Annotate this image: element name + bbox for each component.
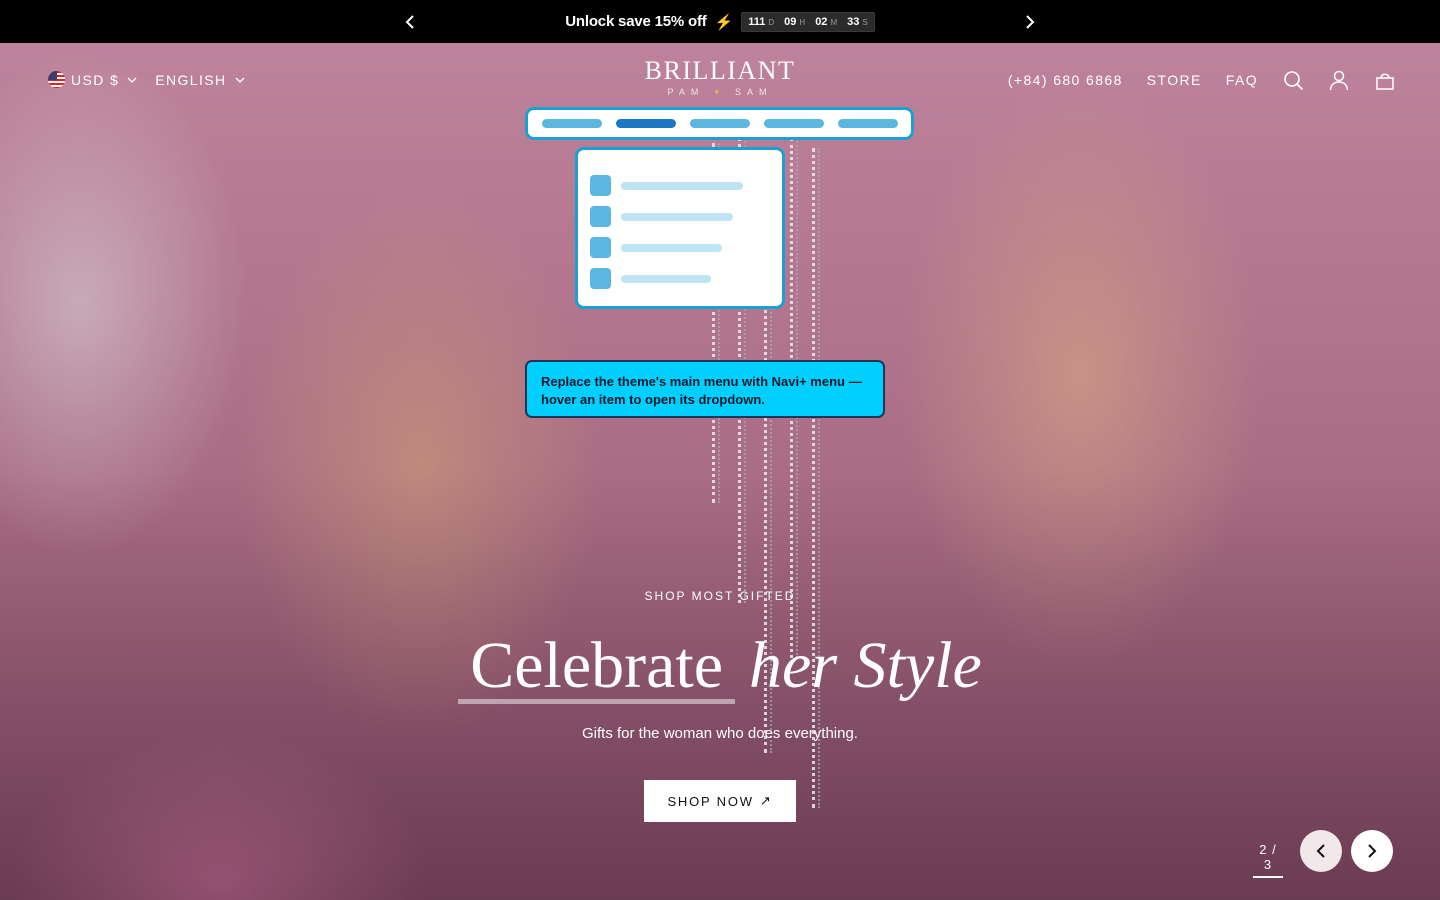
dropdown-item[interactable] xyxy=(590,170,770,201)
hero-title-italic: her Style xyxy=(749,629,982,702)
chevron-left-icon xyxy=(405,15,414,29)
currency-label: USD $ xyxy=(71,71,120,88)
slide-pager: 2 / 3 xyxy=(1253,842,1283,878)
dropdown-item-line xyxy=(621,274,711,283)
store-link[interactable]: STORE xyxy=(1147,72,1202,88)
announcement-content: Unlock save 15% off ⚡ 111 D 09 H 02 M 33 S xyxy=(565,11,875,32)
navi-menu-bar xyxy=(525,107,914,140)
currency-selector[interactable]: USD $ xyxy=(48,71,137,88)
announcement-prev-button[interactable] xyxy=(398,10,422,34)
chevron-right-icon xyxy=(1026,15,1035,29)
slide-next-button[interactable] xyxy=(1351,830,1393,872)
countdown-minutes: 02 M xyxy=(815,15,838,28)
countdown-timer: 111 D 09 H 02 M 33 S xyxy=(741,11,875,32)
navi-dropdown xyxy=(575,147,785,309)
shop-now-label: SHOP NOW xyxy=(667,793,754,809)
star-icon: ✦ xyxy=(712,87,727,97)
phone-link[interactable]: (+84) 680 6868 xyxy=(1008,72,1123,88)
navi-menu-item[interactable] xyxy=(541,119,602,128)
dropdown-item-icon xyxy=(590,206,611,227)
site-logo[interactable]: BRILLIANT PAM ✦ SAM xyxy=(620,57,820,98)
dropdown-item-line xyxy=(621,212,733,221)
dropdown-item-icon xyxy=(590,175,611,196)
countdown-hours: 09 H xyxy=(784,15,806,28)
instruction-callout: Replace the theme's main menu with Navi+… xyxy=(525,360,885,418)
hero-subtitle: Gifts for the woman who does everything. xyxy=(582,725,858,742)
shop-now-button[interactable]: SHOP NOW ↗ xyxy=(644,780,796,822)
chevron-right-icon xyxy=(1368,844,1377,858)
announcement-text: Unlock save 15% off xyxy=(565,13,707,30)
dropdown-item[interactable] xyxy=(590,263,770,294)
dropdown-item-icon xyxy=(590,237,611,258)
cart-icon[interactable] xyxy=(1374,69,1396,91)
chevron-down-icon xyxy=(127,77,137,83)
chevron-left-icon xyxy=(1316,844,1325,858)
faq-link[interactable]: FAQ xyxy=(1226,72,1258,88)
search-icon[interactable] xyxy=(1282,69,1304,91)
dropdown-item-icon xyxy=(590,268,611,289)
header-nav: (+84) 680 6868 STORE FAQ xyxy=(1008,69,1396,91)
dropdown-item-line xyxy=(621,243,722,252)
localization-selectors: USD $ ENGLISH xyxy=(48,71,245,88)
logo-wordmark: BRILLIANT xyxy=(644,56,796,85)
dropdown-item[interactable] xyxy=(590,201,770,232)
navi-menu-item[interactable] xyxy=(763,119,824,128)
bolt-icon: ⚡ xyxy=(714,13,734,31)
navi-menu-item[interactable] xyxy=(837,119,898,128)
navi-menu-item-active[interactable] xyxy=(615,119,676,128)
slide-prev-button[interactable] xyxy=(1300,830,1342,872)
slide-counter: 2 / 3 xyxy=(1259,842,1277,872)
language-label: ENGLISH xyxy=(155,71,227,88)
slide-progress-bar xyxy=(1253,876,1283,878)
navi-menu-item[interactable] xyxy=(689,119,750,128)
account-icon[interactable] xyxy=(1328,69,1350,91)
arrow-up-right-icon: ↗ xyxy=(759,793,773,808)
language-selector[interactable]: ENGLISH xyxy=(155,72,244,88)
chevron-down-icon xyxy=(235,77,244,83)
announcement-next-button[interactable] xyxy=(1018,10,1042,34)
necklace-chain xyxy=(812,148,820,808)
announcement-bar: Unlock save 15% off ⚡ 111 D 09 H 02 M 33 S xyxy=(0,0,1440,43)
us-flag-icon xyxy=(48,71,65,88)
hero-eyebrow: SHOP MOST GIFTED xyxy=(644,589,796,603)
dropdown-item[interactable] xyxy=(590,232,770,263)
hero-title-plain: Celebrate xyxy=(458,626,735,706)
countdown-days: 111 D xyxy=(748,15,775,28)
hero-title: Celebrate her Style xyxy=(0,626,1440,706)
countdown-seconds: 33 S xyxy=(847,15,868,28)
dropdown-item-line xyxy=(621,181,743,190)
logo-subtitle: PAM ✦ SAM xyxy=(667,87,773,97)
